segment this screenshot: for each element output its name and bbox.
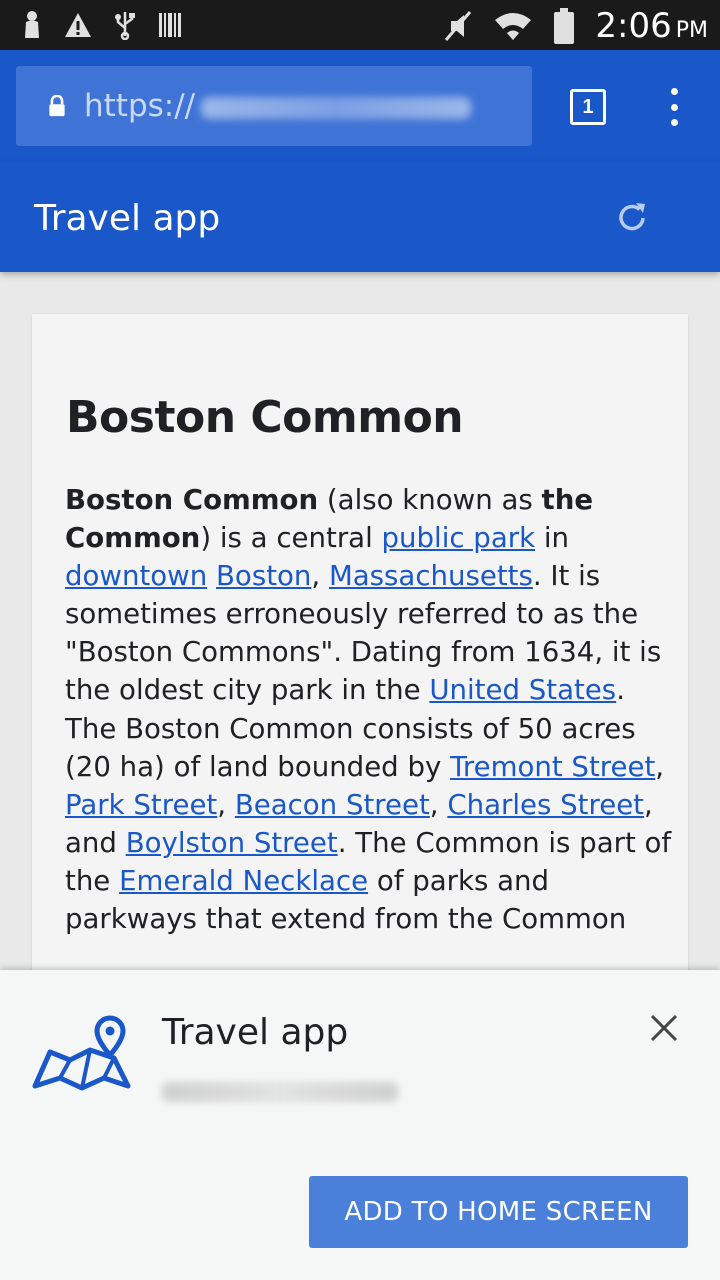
link-boston[interactable]: Boston <box>216 559 311 592</box>
link-beacon-street[interactable]: Beacon Street <box>235 788 430 821</box>
warning-icon <box>65 13 91 37</box>
link-charles-street[interactable]: Charles Street <box>447 788 644 821</box>
url-domain-redacted <box>201 96 472 119</box>
tab-count: 1 <box>582 95 594 118</box>
battery-icon <box>554 8 575 44</box>
link-massachusetts[interactable]: Massachusetts <box>329 559 533 592</box>
url-bar[interactable]: https:// <box>16 66 532 146</box>
article-paragraph: Boston Common (also known as the Common)… <box>65 483 672 936</box>
link-tremont-street[interactable]: Tremont Street <box>450 750 655 783</box>
article-card: Boston Common Boston Common (also known … <box>32 314 688 1014</box>
status-left-icons <box>22 10 182 40</box>
usb-icon <box>115 12 135 40</box>
link-boylston-street[interactable]: Boylston Street <box>126 826 338 859</box>
link-downtown[interactable]: downtown <box>65 559 207 592</box>
refresh-icon[interactable] <box>614 200 650 236</box>
wifi-icon <box>495 13 532 40</box>
link-park-street[interactable]: Park Street <box>65 788 217 821</box>
app-title: Travel app <box>34 198 221 239</box>
notification-icon <box>25 11 39 38</box>
map-pin-icon <box>32 1015 131 1091</box>
sheet-url-redacted <box>162 1082 398 1102</box>
close-icon[interactable] <box>648 1012 680 1044</box>
url-text: https:// <box>84 88 472 124</box>
app-bar: Travel app <box>0 162 720 272</box>
bold-term: Boston Common <box>65 483 319 516</box>
sheet-app-title: Travel app <box>162 1012 349 1053</box>
lock-icon <box>49 95 65 117</box>
add-to-home-screen-sheet: Travel app ADD TO HOME SCREEN <box>0 970 720 1280</box>
browser-toolbar: https:// 1 <box>0 50 720 162</box>
status-time: 2:06 PM <box>595 6 708 46</box>
barcode-icon <box>159 13 181 37</box>
status-bar: 2:06 PM <box>0 0 720 50</box>
article-title: Boston Common <box>66 392 464 443</box>
link-public-park[interactable]: public park <box>382 521 536 554</box>
add-to-home-screen-button[interactable]: ADD TO HOME SCREEN <box>309 1176 688 1248</box>
link-emerald-necklace[interactable]: Emerald Necklace <box>119 864 368 897</box>
mute-icon <box>445 11 472 41</box>
tab-switcher-button[interactable]: 1 <box>570 89 606 125</box>
link-united-states[interactable]: United States <box>429 673 616 706</box>
status-right-icons: 2:06 PM <box>443 6 708 46</box>
overflow-menu-icon[interactable] <box>668 88 680 126</box>
